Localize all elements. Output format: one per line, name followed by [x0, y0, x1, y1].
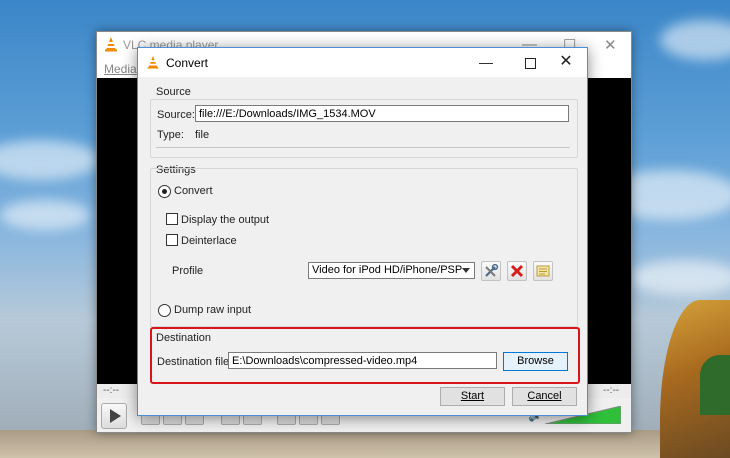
profile-label: Profile	[172, 265, 204, 277]
cloud	[630, 260, 730, 295]
minimize-icon[interactable]: —	[464, 48, 508, 77]
destination-file-label: Destination file:	[157, 356, 233, 368]
cancel-button[interactable]: Cancel	[512, 387, 577, 406]
start-button-label: Start	[460, 390, 485, 402]
source-field[interactable]: file:///E:/Downloads/IMG_1534.MOV	[195, 105, 569, 122]
edit-profile-button[interactable]	[481, 261, 501, 281]
destination-file-field[interactable]: E:\Downloads\compressed-video.mp4	[228, 352, 497, 369]
profile-dropdown[interactable]: Video for iPod HD/iPhone/PSP	[308, 262, 475, 279]
close-icon[interactable]: ✕	[544, 48, 588, 77]
new-profile-icon	[536, 265, 550, 277]
shoreline	[0, 430, 730, 458]
type-label: Type:	[157, 129, 184, 141]
convert-dialog: Convert — ✕ Source Source: file:///E:/Do…	[137, 47, 588, 416]
divider	[156, 147, 570, 148]
browse-button[interactable]: Browse	[503, 352, 568, 371]
source-label: Source:	[157, 109, 195, 121]
play-icon[interactable]	[101, 403, 127, 429]
dialog-titlebar: Convert — ✕	[138, 48, 587, 77]
cloud	[660, 20, 730, 60]
time-total: --:--	[603, 385, 620, 396]
delete-profile-icon	[510, 264, 524, 278]
new-profile-button[interactable]	[533, 261, 553, 281]
cloud	[0, 140, 100, 180]
edit-profile-icon	[485, 263, 499, 277]
start-button[interactable]: Start	[440, 387, 505, 406]
source-group-label: Source	[156, 86, 191, 98]
time-elapsed: --:--	[103, 385, 120, 396]
close-icon[interactable]: ✕	[604, 36, 617, 54]
delete-profile-button[interactable]	[507, 261, 527, 281]
chevron-down-icon	[462, 268, 470, 273]
display-output-label[interactable]: Display the output	[181, 214, 269, 226]
convert-radio[interactable]	[158, 185, 171, 198]
menu-media[interactable]: Media	[104, 62, 137, 76]
deinterlace-checkbox[interactable]	[166, 234, 178, 246]
cloud	[0, 200, 90, 230]
dump-raw-label[interactable]: Dump raw input	[174, 304, 251, 316]
cancel-button-label: Cancel	[527, 390, 562, 402]
vlc-cone-icon	[105, 37, 117, 52]
dump-raw-radio[interactable]	[158, 304, 171, 317]
convert-label[interactable]: Convert	[174, 185, 213, 197]
vlc-cone-icon	[147, 55, 159, 69]
dialog-title: Convert	[166, 56, 209, 70]
vegetation	[700, 355, 730, 415]
type-value: file	[195, 129, 210, 141]
profile-selected-value: Video for iPod HD/iPhone/PSP	[312, 264, 463, 276]
display-output-checkbox[interactable]	[166, 213, 178, 225]
deinterlace-label[interactable]: Deinterlace	[181, 235, 237, 247]
destination-group-label: Destination	[156, 332, 212, 344]
